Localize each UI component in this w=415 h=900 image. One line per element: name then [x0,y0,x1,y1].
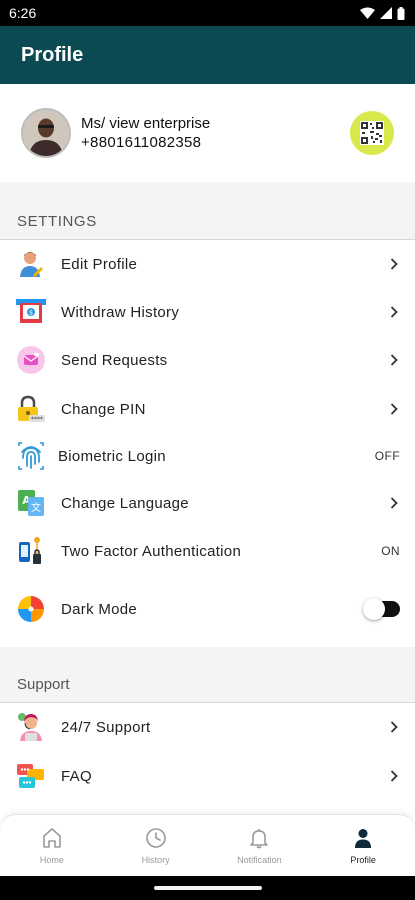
menu-item-label: Dark Mode [61,600,138,618]
chevron-right-icon [388,770,400,782]
theme-icon [16,594,46,624]
fingerprint-icon [16,441,46,471]
menu-item-label: Two Factor Authentication [61,542,242,560]
user-edit-icon [16,249,46,279]
menu-item-label: Change Language [61,494,189,512]
menu-item-label: Edit Profile [61,255,138,273]
menu-item-faq[interactable]: FAQ [0,752,415,800]
two-factor-status: ON [381,544,400,558]
menu-item-change-language[interactable]: A文 Change Language [0,479,415,527]
message-icon [16,345,46,375]
menu-item-edit-profile[interactable]: Edit Profile [0,240,415,288]
svg-text:****: **** [31,416,43,423]
support-section-header: Support [0,647,415,703]
profile-info: Ms/ view enterprise +8801611082358 [81,115,350,151]
app-bar: Profile [0,26,415,84]
chevron-right-icon [388,721,400,733]
svg-text:文: 文 [31,501,41,514]
profile-phone: +8801611082358 [81,134,202,151]
lock-pin-icon: **** [16,394,46,424]
chevron-right-icon [388,403,400,415]
chevron-right-icon [388,258,400,270]
home-icon [43,827,61,848]
status-bar: 6:26 [0,0,415,26]
nav-item-home[interactable]: Home [0,815,104,876]
menu-item-send-requests[interactable]: Send Requests [0,336,415,384]
qr-code-icon [360,121,384,145]
two-factor-icon [16,536,46,566]
chevron-right-icon [388,497,400,509]
menu-item-two-factor-authentication[interactable]: Two Factor Authentication ON [0,527,415,575]
nav-item-notification[interactable]: Notification [208,815,312,876]
faq-icon [16,761,46,791]
menu-item-withdraw-history[interactable]: $ Withdraw History [0,288,415,336]
settings-section-header: SETTINGS [0,182,415,240]
clock-icon [145,827,166,848]
gesture-navigation-area [0,876,415,900]
nav-item-profile[interactable]: Profile [311,815,415,876]
menu-item-label: Send Requests [61,351,168,369]
chevron-right-icon [388,354,400,366]
nav-item-history[interactable]: History [104,815,208,876]
status-time: 6:26 [9,5,37,21]
bell-icon [250,828,269,848]
support-agent-icon [16,712,46,742]
profile-name: Ms/ view enterprise [81,115,211,132]
nav-label: Home [39,854,64,865]
nav-label: History [141,854,170,865]
wifi-icon [360,7,375,19]
menu-item-support[interactable]: 24/7 Support [0,703,415,751]
battery-icon [397,6,405,20]
nav-label: Notification [237,854,282,865]
language-icon: A文 [16,488,46,518]
profile-card[interactable]: Ms/ view enterprise +8801611082358 [0,84,415,182]
menu-item-label: Withdraw History [61,303,180,321]
avatar-photo [23,110,69,156]
settings-title: SETTINGS [17,213,97,230]
avatar [21,108,71,158]
gesture-bar[interactable] [153,886,262,890]
dark-mode-toggle[interactable] [363,598,400,620]
support-title: Support [17,676,70,693]
menu-item-label: 24/7 Support [61,718,151,736]
page-title: Profile [21,43,84,66]
menu-item-label: Change PIN [61,400,146,418]
chevron-right-icon [388,306,400,318]
status-icons [360,6,405,20]
bottom-nav: Home History Notification Profile [0,814,415,876]
menu-item-dark-mode: Dark Mode [0,585,415,633]
toggle-knob [363,598,385,620]
biometric-status: OFF [374,449,400,463]
atm-icon: $ [16,297,46,327]
menu-item-label: Biometric Login [58,447,166,465]
menu-item-change-pin[interactable]: **** Change PIN [0,385,415,433]
signal-icon [380,7,392,19]
qr-code-button[interactable] [350,111,394,155]
menu-item-biometric-login[interactable]: Biometric Login OFF [0,432,415,480]
menu-item-label: FAQ [61,767,92,785]
svg-text:$: $ [29,310,33,317]
person-icon [355,828,372,848]
nav-label: Profile [350,854,376,865]
